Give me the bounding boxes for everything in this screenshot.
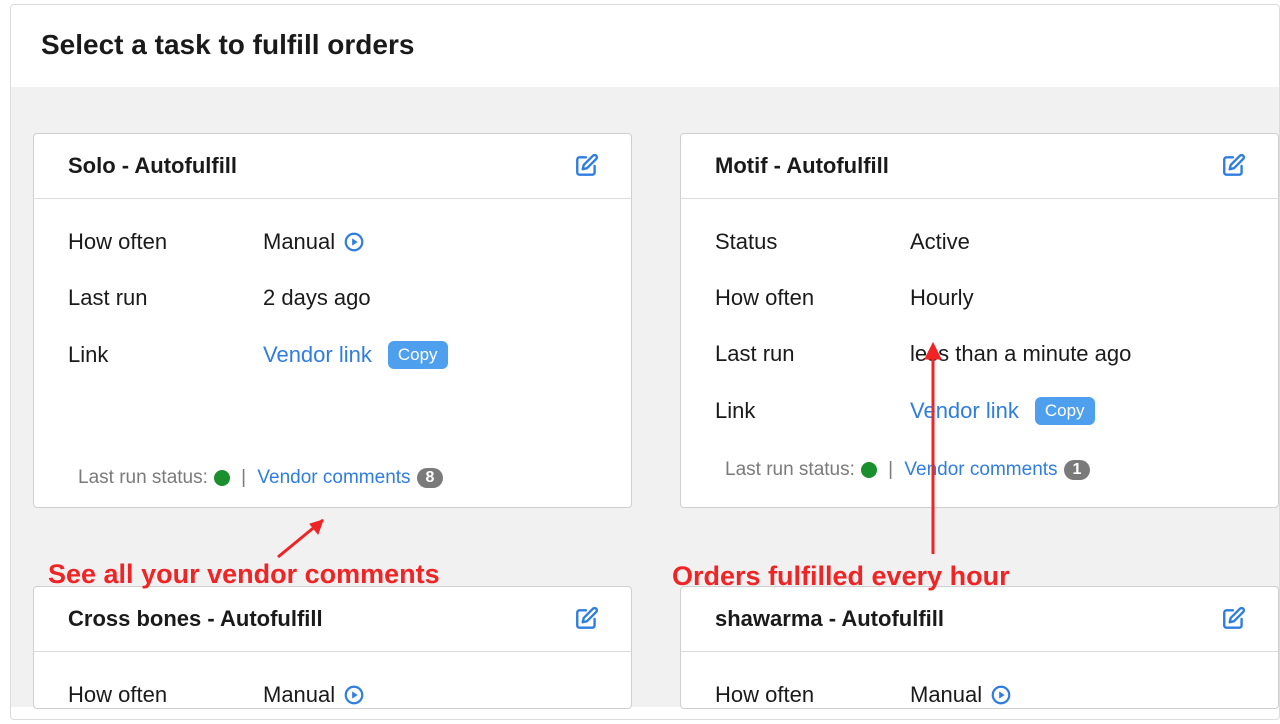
- comments-count-badge: 8: [417, 468, 444, 488]
- how-often-value: Hourly: [910, 285, 974, 311]
- status-dot-green-icon: [214, 470, 230, 486]
- task-card-crossbones: Cross bones - Autofulfill How often Manu…: [33, 586, 632, 709]
- link-label: Link: [68, 342, 263, 368]
- card-title: Cross bones - Autofulfill: [68, 606, 323, 632]
- card-title: Motif - Autofulfill: [715, 153, 889, 179]
- edit-icon[interactable]: [1220, 605, 1248, 633]
- task-card-motif: Motif - Autofulfill Status Active How of…: [680, 133, 1279, 508]
- last-run-label: Last run: [715, 341, 910, 367]
- status-label: Status: [715, 229, 910, 255]
- how-often-value: Manual: [263, 682, 335, 708]
- copy-button[interactable]: Copy: [1035, 397, 1095, 425]
- card-title: Solo - Autofulfill: [68, 153, 237, 179]
- how-often-label: How often: [715, 682, 910, 708]
- edit-icon[interactable]: [573, 152, 601, 180]
- status-dot-green-icon: [861, 462, 877, 478]
- play-icon[interactable]: [343, 684, 365, 706]
- last-run-status-label: Last run status:: [725, 459, 855, 481]
- arrow-icon: [268, 512, 338, 562]
- last-run-label: Last run: [68, 285, 263, 311]
- last-run-status-label: Last run status:: [78, 467, 208, 489]
- annotation-left: See all your vendor comments: [48, 559, 440, 590]
- status-value: Active: [910, 229, 970, 255]
- copy-button[interactable]: Copy: [388, 341, 448, 369]
- task-card-solo: Solo - Autofulfill How often Manual: [33, 133, 632, 508]
- link-label: Link: [715, 398, 910, 424]
- arrow-icon: [918, 339, 948, 559]
- task-card-shawarma: shawarma - Autofulfill How often Manual: [680, 586, 1279, 709]
- how-often-label: How often: [68, 229, 263, 255]
- vendor-comments-link[interactable]: Vendor comments: [257, 467, 410, 489]
- vendor-link[interactable]: Vendor link: [263, 342, 372, 368]
- page-title: Select a task to fulfill orders: [11, 5, 1279, 87]
- play-icon[interactable]: [990, 684, 1012, 706]
- how-often-value: Manual: [910, 682, 982, 708]
- how-often-label: How often: [715, 285, 910, 311]
- edit-icon[interactable]: [573, 605, 601, 633]
- play-icon[interactable]: [343, 231, 365, 253]
- card-title: shawarma - Autofulfill: [715, 606, 944, 632]
- comments-count-badge: 1: [1064, 460, 1091, 480]
- how-often-value: Manual: [263, 229, 335, 255]
- edit-icon[interactable]: [1220, 152, 1248, 180]
- annotation-right: Orders fulfilled every hour: [672, 561, 1010, 592]
- last-run-value: 2 days ago: [263, 285, 371, 311]
- how-often-label: How often: [68, 682, 263, 708]
